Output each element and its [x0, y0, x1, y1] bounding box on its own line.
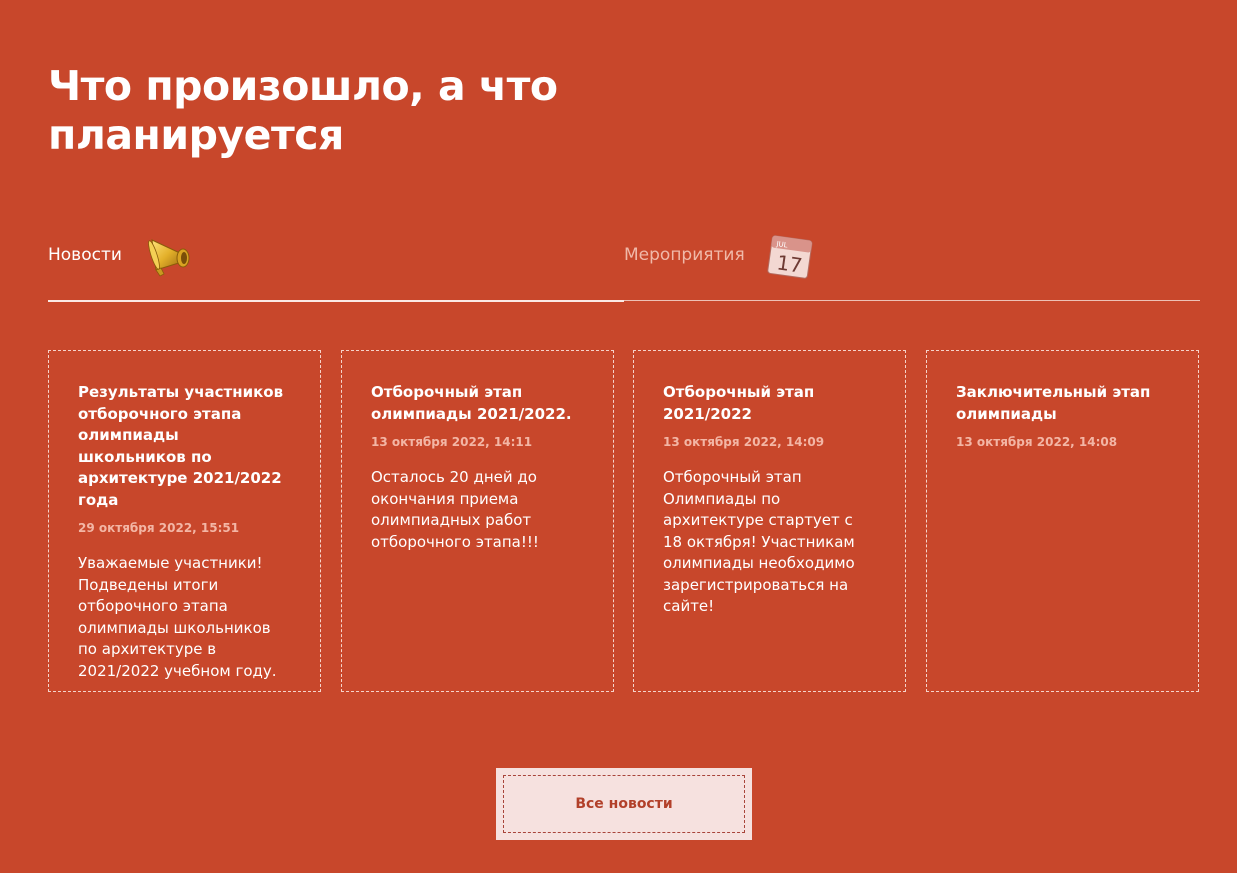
tab-news[interactable]: Новости: [48, 220, 624, 302]
news-card-date: 13 октября 2022, 14:08: [956, 435, 1118, 449]
news-card-title[interactable]: Заключительный этап олимпиады: [956, 382, 1169, 425]
news-list: Результаты участников отборочного этапа …: [48, 350, 1201, 694]
news-card[interactable]: Отборочный этап олимпиады 2021/2022. 13 …: [341, 350, 614, 692]
news-card-text: Отборочный этап Олимпиады по архитектуре…: [663, 468, 855, 615]
megaphone-icon: [148, 239, 190, 277]
calendar-icon: JUL 17: [767, 235, 813, 279]
tab-news-label: Новости: [48, 245, 122, 265]
svg-text:17: 17: [775, 250, 804, 277]
news-card-title[interactable]: Отборочный этап олимпиады 2021/2022.: [371, 382, 584, 425]
news-card-text: Уважаемые участники! Подведены итоги отб…: [78, 554, 277, 680]
news-card-title[interactable]: Отборочный этап 2021/2022: [663, 382, 876, 425]
news-card-date: 13 октября 2022, 14:11: [371, 435, 533, 449]
news-card-date: 13 октября 2022, 14:09: [663, 435, 825, 449]
news-card-title[interactable]: Результаты участников отборочного этапа …: [78, 382, 291, 511]
page-title: Что произошло, а что планируется: [48, 62, 558, 159]
news-card[interactable]: Результаты участников отборочного этапа …: [48, 350, 321, 692]
news-card-date: 29 октября 2022, 15:51: [78, 521, 240, 535]
tab-events-label: Мероприятия: [624, 245, 745, 265]
news-card-text: Осталось 20 дней до окончания приема оли…: [371, 468, 539, 551]
tab-bar: Новости Мероприятия JUL 17: [48, 220, 1200, 302]
tab-events[interactable]: Мероприятия JUL 17: [624, 220, 1200, 301]
all-news-button-label: Все новости: [503, 775, 745, 833]
svg-text:JUL: JUL: [775, 240, 788, 250]
all-news-button[interactable]: Все новости: [496, 768, 752, 840]
news-card[interactable]: Заключительный этап олимпиады 13 октября…: [926, 350, 1199, 692]
news-card[interactable]: Отборочный этап 2021/2022 13 октября 202…: [633, 350, 906, 692]
